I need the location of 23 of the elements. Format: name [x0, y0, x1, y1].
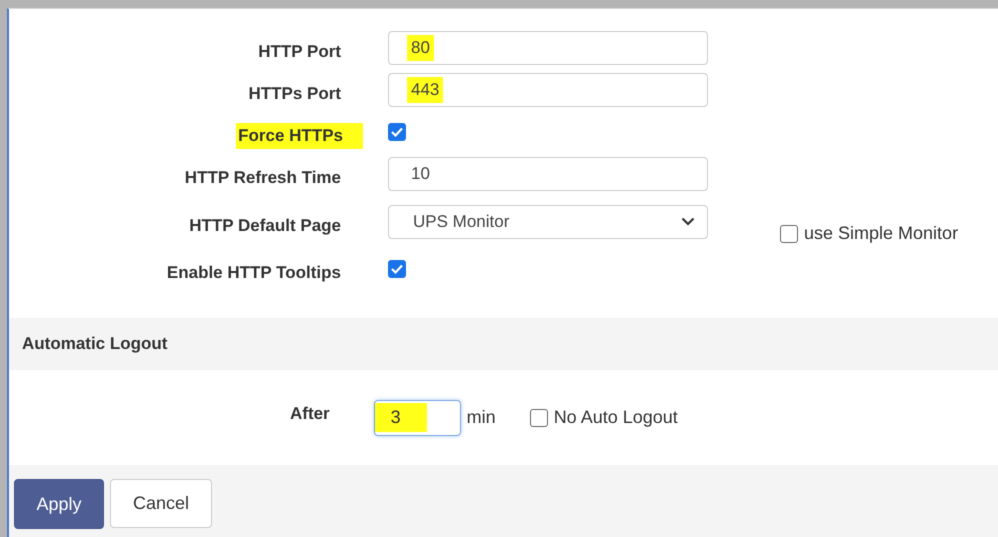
setting-label: Force HTTPs [236, 123, 363, 149]
checkbox[interactable] [388, 260, 406, 278]
text-field[interactable]: 443 [388, 73, 708, 107]
section-header: Automatic Logout [9, 318, 998, 370]
text-field[interactable]: 10 [388, 157, 708, 191]
unit-label: min [466, 407, 496, 428]
dropdown[interactable]: UPS Monitor [388, 204, 708, 238]
chevron-down-icon [681, 217, 695, 226]
setting-label: HTTP Port [257, 41, 342, 63]
setting-label: Enable HTTP Tooltips [166, 262, 342, 284]
checkbox[interactable] [780, 224, 798, 242]
checkbox[interactable] [388, 123, 406, 141]
setting-label: HTTP Default Page [188, 214, 342, 236]
minutes-field[interactable]: 3 [374, 400, 461, 436]
setting-label: HTTPs Port [247, 83, 342, 105]
text-field[interactable]: 80 [388, 31, 708, 65]
setting-label: HTTP Refresh Time [184, 167, 342, 189]
apply-button[interactable]: Apply [14, 479, 104, 529]
cancel-button[interactable]: Cancel [110, 479, 212, 528]
option-label: use Simple Monitor [804, 223, 958, 244]
option-label: No Auto Logout [554, 407, 678, 428]
setting-label: After [290, 404, 330, 424]
checkbox[interactable] [530, 408, 548, 426]
